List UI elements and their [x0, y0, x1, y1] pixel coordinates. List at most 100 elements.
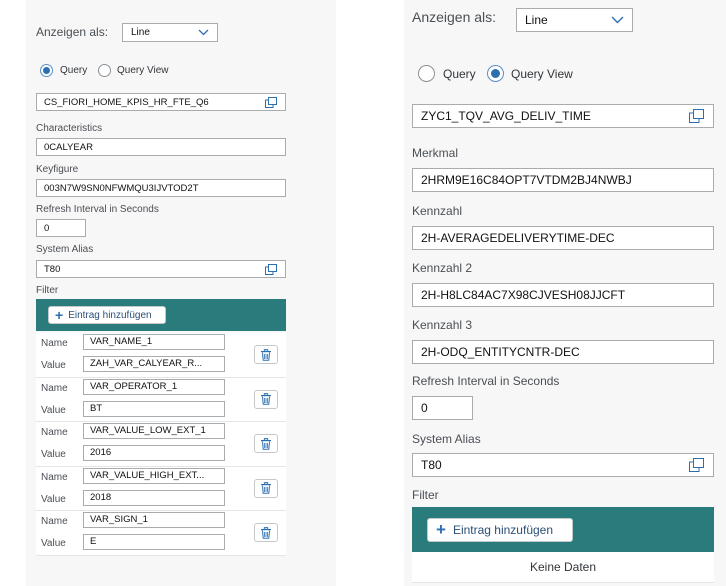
display-as-label: Anzeigen als: — [412, 9, 497, 25]
value-help-icon[interactable] — [689, 458, 704, 472]
filter-value-input[interactable]: 2018 — [83, 489, 225, 506]
merkmal-label: Merkmal — [412, 146, 459, 160]
filter-row: Name VAR_NAME_1 Value ZAH_VAR_CALYEAR_R... — [36, 333, 286, 378]
kennzahl3-label: Kennzahl 3 — [412, 318, 473, 332]
radio-query-view[interactable]: Query View — [98, 64, 169, 77]
system-alias-input[interactable]: T80 — [412, 453, 714, 477]
radio-query-view-label: Query View — [511, 66, 573, 81]
display-as-select[interactable]: Line — [122, 23, 218, 42]
filter-row: Name VAR_VALUE_HIGH_EXT... Value 2018 — [36, 466, 286, 511]
add-entry-label: Eintrag hinzufügen — [68, 309, 152, 321]
filter-name-label: Name — [41, 427, 68, 438]
trash-icon — [261, 482, 271, 494]
display-as-select[interactable]: Line — [516, 8, 633, 32]
filter-row: Name VAR_VALUE_LOW_EXT_1 Value 2016 — [36, 422, 286, 467]
trash-icon — [261, 437, 271, 450]
filter-name-label: Name — [41, 338, 68, 349]
filter-row: Name VAR_SIGN_1 Value E — [36, 511, 286, 556]
system-alias-label: System Alias — [36, 244, 94, 255]
trash-icon — [261, 393, 271, 405]
filter-name-label: Name — [41, 471, 68, 483]
plus-icon: + — [55, 307, 64, 323]
query-view-input[interactable]: ZYC1_TQV_AVG_DELIV_TIME — [412, 104, 714, 128]
radio-query-view-dot[interactable] — [487, 65, 504, 82]
kennzahl3-input[interactable]: 2H-ODQ_ENTITYCNTR-DEC — [412, 340, 714, 364]
chevron-down-icon — [611, 16, 624, 24]
kennzahl-label: Kennzahl — [412, 204, 463, 218]
keyfigure-label: Keyfigure — [36, 164, 79, 175]
filter-list: Name VAR_NAME_1 Value ZAH_VAR_CALYEAR_R... N… — [36, 333, 286, 556]
query-input-value: CS_FIORI_HOME_KPIS_HR_FTE_Q6 — [44, 96, 209, 108]
value-help-icon[interactable] — [265, 96, 277, 108]
system-alias-input[interactable]: T80 — [36, 260, 286, 278]
refresh-interval-label: Refresh Interval in Seconds — [412, 374, 560, 388]
radio-query-label: Query — [60, 65, 88, 76]
filter-name-input[interactable]: VAR_OPERATOR_1 — [83, 378, 225, 395]
radio-query-dot[interactable]: #left-panel ~ .radio .dot.sel::after{} — [40, 64, 53, 77]
filter-label: Filter — [412, 488, 439, 502]
refresh-interval-input[interactable]: 0 — [36, 219, 86, 237]
characteristics-input-value: 0CALYEAR — [44, 141, 93, 153]
filter-name-input[interactable]: VAR_VALUE_LOW_EXT_1 — [83, 423, 225, 439]
kennzahl3-input-value: 2H-ODQ_ENTITYCNTR-DEC — [421, 345, 580, 359]
refresh-interval-input[interactable]: 0 — [412, 396, 473, 420]
delete-filter-button[interactable] — [254, 523, 278, 542]
filter-label: Filter — [36, 285, 59, 296]
filter-value-label: Value — [41, 493, 66, 505]
filter-value-label: Value — [41, 360, 66, 371]
filter-value-input[interactable]: BT — [83, 400, 225, 417]
delete-filter-button[interactable] — [254, 478, 278, 498]
display-as-label: Anzeigen als: — [36, 25, 109, 39]
trash-icon — [261, 526, 271, 539]
radio-query[interactable]: Query — [418, 65, 476, 82]
display-as-value: Line — [131, 27, 150, 38]
chevron-down-icon — [198, 29, 209, 36]
merkmal-input[interactable]: 2HRM9E16C84OPT7VTDM2BJ4NWBJ — [412, 168, 714, 192]
filter-value-input[interactable]: 2016 — [83, 445, 225, 461]
characteristics-input[interactable]: 0CALYEAR — [36, 138, 286, 156]
filter-name-label: Name — [41, 516, 68, 527]
radio-query-dot[interactable] — [418, 65, 435, 82]
kennzahl-input[interactable]: 2H-AVERAGEDELIVERYTIME-DEC — [412, 226, 714, 250]
keyfigure-input[interactable]: 003N7W9SN0NFWMQU3IJVTOD2T — [36, 179, 286, 197]
keyfigure-input-value: 003N7W9SN0NFWMQU3IJVTOD2T — [44, 182, 199, 194]
kennzahl-input-value: 2H-AVERAGEDELIVERYTIME-DEC — [421, 231, 615, 245]
kennzahl2-input-value: 2H-H8LC84AC7X98CJVESH08JJCFT — [421, 288, 626, 302]
system-alias-value: T80 — [44, 263, 61, 275]
radio-query[interactable]: #left-panel ~ .radio .dot.sel::after{} Q… — [40, 64, 87, 77]
system-alias-value: T80 — [421, 458, 442, 472]
plus-icon: + — [436, 520, 446, 539]
add-entry-button[interactable]: + Eintrag hinzufügen — [427, 518, 573, 542]
filter-value-label: Value — [41, 538, 66, 549]
no-data-row: Keine Daten — [412, 552, 714, 583]
refresh-interval-value: 0 — [44, 222, 50, 234]
filter-value-label: Value — [41, 449, 66, 460]
radio-query-view[interactable]: Query View — [487, 65, 573, 82]
filter-name-input[interactable]: VAR_SIGN_1 — [83, 512, 225, 528]
merkmal-input-value: 2HRM9E16C84OPT7VTDM2BJ4NWBJ — [421, 173, 632, 187]
add-entry-button[interactable]: + Eintrag hinzufügen — [48, 306, 166, 324]
delete-filter-button[interactable] — [254, 345, 278, 364]
delete-filter-button[interactable] — [254, 389, 278, 409]
system-alias-label: System Alias — [412, 432, 481, 446]
filter-value-label: Value — [41, 404, 66, 416]
add-entry-label: Eintrag hinzufügen — [452, 523, 554, 537]
radio-query-view-dot[interactable] — [98, 64, 111, 77]
filter-value-input[interactable]: E — [83, 534, 225, 550]
filter-value-input[interactable]: ZAH_VAR_CALYEAR_R... — [83, 356, 225, 372]
kennzahl2-label: Kennzahl 2 — [412, 261, 473, 275]
query-input[interactable]: CS_FIORI_HOME_KPIS_HR_FTE_Q6 — [36, 93, 286, 111]
value-help-icon[interactable] — [265, 263, 277, 275]
filter-row: Name VAR_OPERATOR_1 Value BT — [36, 377, 286, 422]
filter-name-input[interactable]: VAR_VALUE_HIGH_EXT... — [83, 467, 225, 484]
delete-filter-button[interactable] — [254, 434, 278, 453]
filter-name-label: Name — [41, 382, 68, 394]
radio-query-label: Query — [443, 66, 476, 81]
radio-query-view-label: Query View — [117, 65, 169, 76]
refresh-interval-value: 0 — [421, 401, 428, 415]
trash-icon — [261, 348, 271, 361]
filter-name-input[interactable]: VAR_NAME_1 — [83, 334, 225, 350]
kennzahl2-input[interactable]: 2H-H8LC84AC7X98CJVESH08JJCFT — [412, 283, 714, 307]
display-as-value: Line — [525, 13, 548, 27]
value-help-icon[interactable] — [689, 109, 704, 123]
